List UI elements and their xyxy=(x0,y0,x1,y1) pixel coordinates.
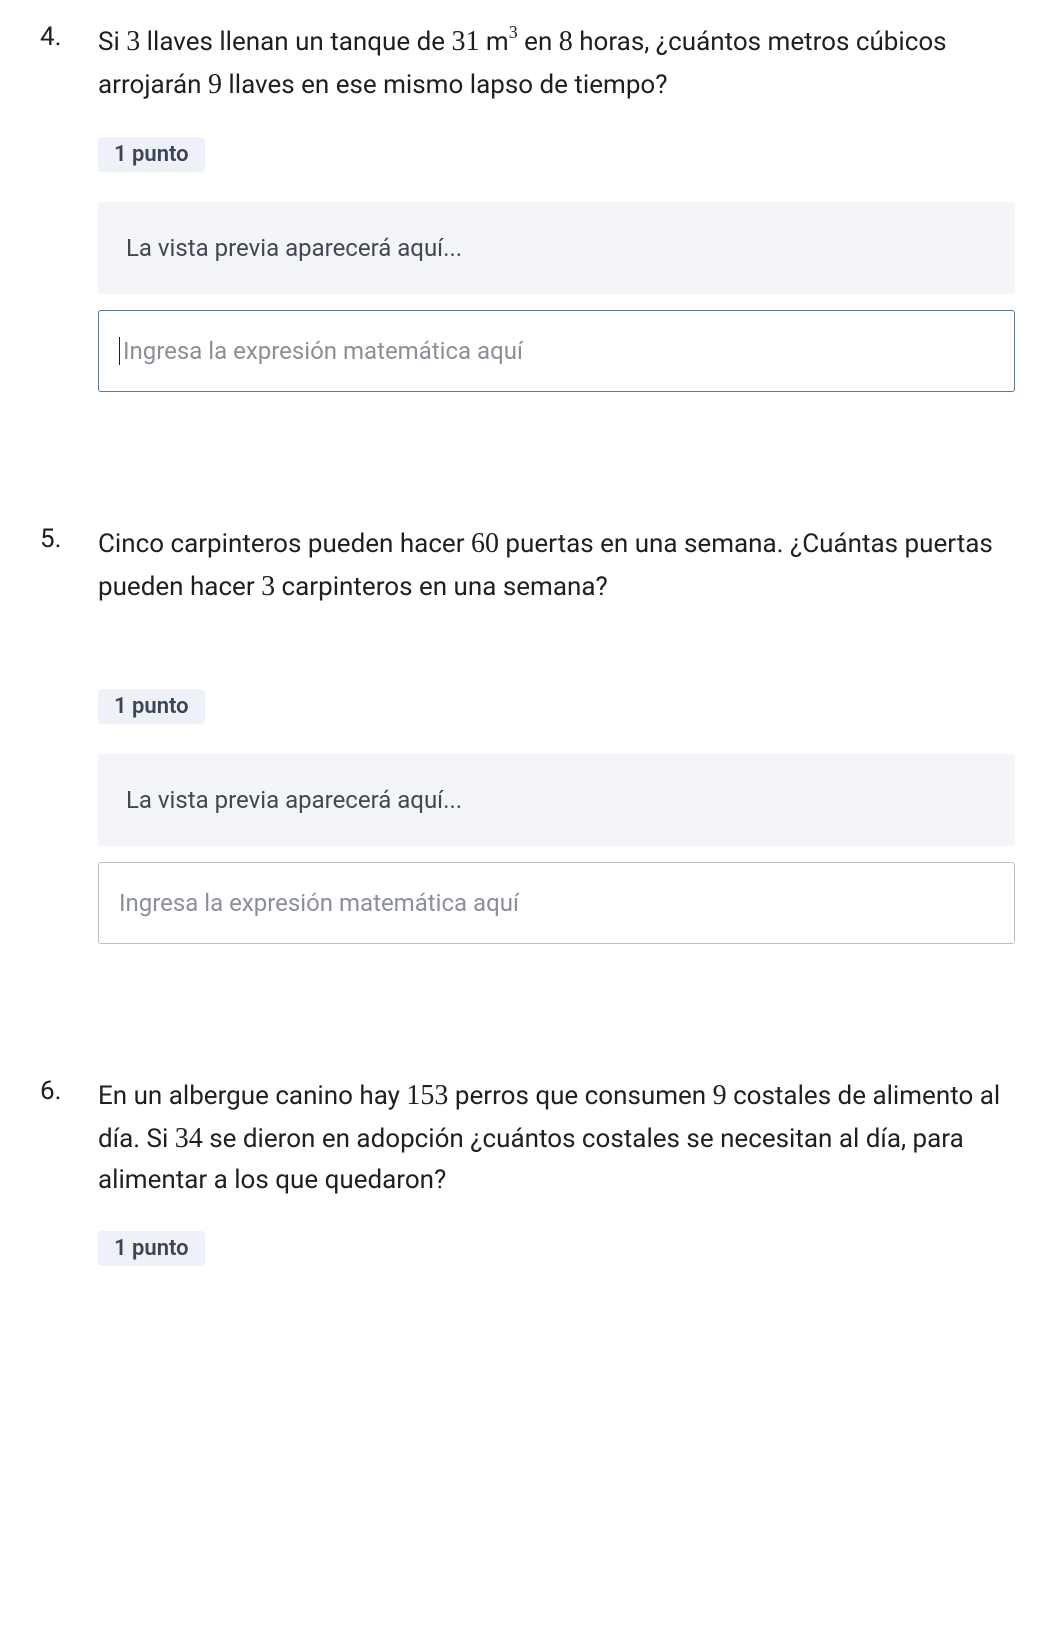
question-text: Si 3 llaves llenan un tanque de 31 m3 en… xyxy=(98,20,1015,107)
text-cursor-icon xyxy=(119,337,120,365)
question-number: 6. xyxy=(40,1074,98,1296)
math-number: 3 xyxy=(126,26,140,57)
math-input[interactable]: Ingresa la expresión matemática aquí xyxy=(98,862,1015,944)
math-number: 9 xyxy=(208,69,222,100)
question-text: En un albergue canino hay 153 perros que… xyxy=(98,1074,1015,1201)
question-content: En un albergue canino hay 153 perros que… xyxy=(98,1074,1015,1296)
math-number: 60 xyxy=(471,528,499,559)
question-6: 6. En un albergue canino hay 153 perros … xyxy=(40,1074,1015,1296)
question-content: Cinco carpinteros pueden hacer 60 puerta… xyxy=(98,522,1015,944)
math-number: 8 xyxy=(559,26,573,57)
math-number: 31 xyxy=(451,26,479,57)
superscript: 3 xyxy=(509,22,518,42)
input-placeholder: Ingresa la expresión matemática aquí xyxy=(123,337,523,365)
question-content: Si 3 llaves llenan un tanque de 31 m3 en… xyxy=(98,20,1015,392)
math-number: 153 xyxy=(406,1080,448,1111)
math-input[interactable]: Ingresa la expresión matemática aquí xyxy=(98,310,1015,392)
math-number: 3 xyxy=(261,571,275,602)
question-5: 5. Cinco carpinteros pueden hacer 60 pue… xyxy=(40,522,1015,944)
math-number: 34 xyxy=(175,1123,203,1154)
points-badge: 1 punto xyxy=(98,1231,205,1266)
question-4: 4. Si 3 llaves llenan un tanque de 31 m3… xyxy=(40,20,1015,392)
preview-box: La vista previa aparecerá aquí... xyxy=(98,202,1015,294)
question-text: Cinco carpinteros pueden hacer 60 puerta… xyxy=(98,522,1015,609)
math-number: 9 xyxy=(713,1080,727,1111)
question-number: 4. xyxy=(40,20,98,392)
preview-box: La vista previa aparecerá aquí... xyxy=(98,754,1015,846)
input-placeholder: Ingresa la expresión matemática aquí xyxy=(119,889,519,917)
question-number: 5. xyxy=(40,522,98,944)
points-badge: 1 punto xyxy=(98,137,205,172)
points-badge: 1 punto xyxy=(98,689,205,724)
